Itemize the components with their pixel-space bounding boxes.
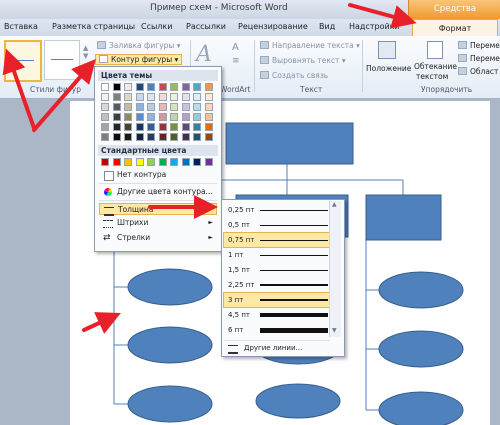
- arrow-to-context-tab: [348, 3, 417, 29]
- arrow-to-diagram: [82, 312, 121, 334]
- annotation-arrows: [2, 3, 417, 334]
- arrow-to-outline-button: [32, 58, 96, 132]
- arrow-to-shape-style: [2, 48, 36, 130]
